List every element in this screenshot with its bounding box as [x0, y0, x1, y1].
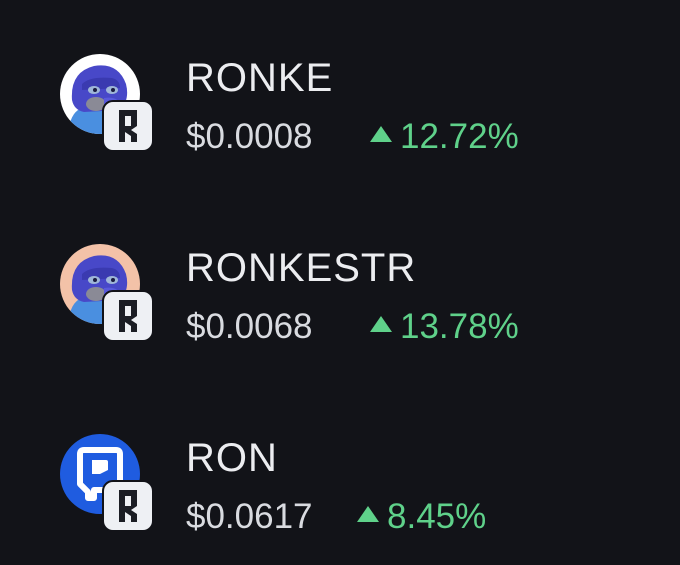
ronin-chain-icon	[102, 100, 154, 152]
token-change-value: 12.72%	[400, 117, 519, 156]
ronin-chain-icon	[102, 290, 154, 342]
token-change: 8.45%	[357, 496, 486, 538]
token-change-value: 13.78%	[400, 307, 519, 346]
up-arrow-icon	[357, 506, 379, 522]
ronin-chain-icon	[102, 480, 154, 532]
up-arrow-icon	[370, 126, 392, 142]
token-change: 13.78%	[370, 306, 519, 348]
up-arrow-icon	[370, 316, 392, 332]
token-price: $0.0008	[186, 117, 313, 156]
token-avatar	[60, 434, 156, 534]
token-avatar	[60, 54, 156, 154]
token-price: $0.0068	[186, 307, 313, 346]
token-row-ron[interactable]: RON $0.0617 8.45%	[0, 430, 680, 540]
token-name: RONKE	[186, 56, 334, 100]
token-avatar	[60, 244, 156, 344]
token-price: $0.0617	[186, 497, 313, 536]
token-row-ronke[interactable]: RONKE $0.0008 12.72%	[0, 50, 680, 160]
token-name: RONKESTR	[186, 246, 417, 290]
token-name: RON	[186, 436, 278, 480]
token-change: 12.72%	[370, 116, 519, 158]
token-change-value: 8.45%	[387, 497, 487, 536]
token-row-ronkestr[interactable]: RONKESTR $0.0068 13.78%	[0, 240, 680, 350]
token-list: RONKE $0.0008 12.72% RONKESTR $0.0068 13…	[0, 0, 680, 565]
